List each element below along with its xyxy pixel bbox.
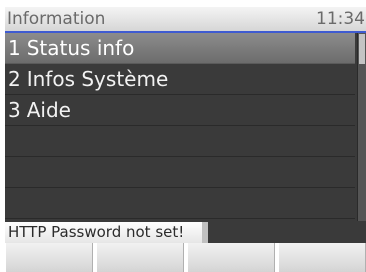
menu-item-status-info[interactable]: 1 Status info [5, 33, 355, 64]
softkey-bar [5, 243, 366, 272]
softkey-4[interactable] [278, 243, 366, 272]
menu-list: 1 Status info 2 Infos Système 3 Aide [5, 33, 366, 221]
softkey-1[interactable] [5, 243, 93, 272]
phone-screen: Information 11:34 1 Status info 2 Infos Sy… [0, 0, 366, 272]
clock: 11:34 [316, 9, 365, 29]
softkey-2[interactable] [96, 243, 184, 272]
menu-item-number: 2 [8, 67, 21, 91]
menu-item-label: Status info [26, 36, 135, 60]
scrollbar-thumb[interactable] [359, 34, 365, 64]
menu-item-aide[interactable]: 3 Aide [5, 95, 355, 126]
menu-item-label: Infos Système [26, 67, 169, 91]
empty-row [5, 157, 355, 188]
status-message: HTTP Password not set! [5, 222, 202, 243]
status-indicator [202, 222, 208, 243]
title-bar: Information 11:34 [5, 7, 366, 33]
empty-row [5, 188, 355, 219]
menu-item-number: 3 [8, 98, 21, 122]
empty-row [5, 126, 355, 157]
softkey-3[interactable] [187, 243, 275, 272]
menu-item-label: Aide [26, 98, 71, 122]
menu-item-infos-systeme[interactable]: 2 Infos Système [5, 64, 355, 95]
menu-item-number: 1 [8, 36, 21, 60]
status-area: HTTP Password not set! [5, 221, 366, 243]
scrollbar[interactable] [357, 33, 366, 221]
page-title: Information [7, 9, 106, 29]
